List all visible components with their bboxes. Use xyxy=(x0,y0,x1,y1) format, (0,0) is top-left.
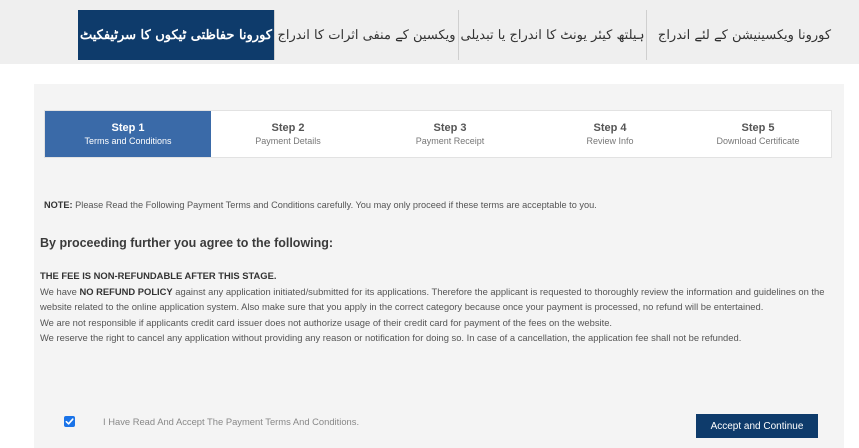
step-subtitle: Terms and Conditions xyxy=(84,136,172,146)
payment-terms-card: Step 1 Terms and Conditions Step 2 Payme… xyxy=(34,84,844,448)
credit-card-paragraph: We are not responsible if applicants cre… xyxy=(40,316,613,328)
tab-immunization-certificate[interactable]: کورونا حفاظتی ٹیکوں کا سرٹیفکیٹ xyxy=(78,10,274,60)
progress-stepper: Step 1 Terms and Conditions Step 2 Payme… xyxy=(44,110,832,158)
tab-vaccination-registration[interactable]: کورونا ویکسینیشن کے لئے اندراج xyxy=(646,10,842,60)
tab-healthcare-unit-registration[interactable]: ہیلتھ کیئر یونٹ کا اندراج یا تبدیلی xyxy=(458,10,646,60)
urdu-tab-list: کورونا ویکسینیشن کے لئے اندراج ہیلتھ کیئ… xyxy=(78,10,842,60)
step-title: Step 3 xyxy=(433,122,467,134)
step-payment-details[interactable]: Step 2 Payment Details xyxy=(211,111,365,157)
step-title: Step 1 xyxy=(111,122,145,134)
note-label: NOTE: xyxy=(44,200,73,210)
refund-policy-pre: We have xyxy=(40,285,80,297)
step-payment-receipt[interactable]: Step 3 Payment Receipt xyxy=(365,111,535,157)
step-title: Step 2 xyxy=(271,122,305,134)
terms-text: THE FEE IS NON-REFUNDABLE AFTER THIS STA… xyxy=(40,268,840,346)
non-refundable-heading: THE FEE IS NON-REFUNDABLE AFTER THIS STA… xyxy=(40,270,277,281)
agreement-heading: By proceeding further you agree to the f… xyxy=(40,236,334,250)
accept-terms-row: I Have Read And Accept The Payment Terms… xyxy=(64,416,359,427)
refund-policy-paragraph: We have NO REFUND POLICY against any app… xyxy=(40,284,840,315)
step-review-info[interactable]: Step 4 Review Info xyxy=(535,111,685,157)
refund-policy-bold: NO REFUND POLICY xyxy=(79,285,173,297)
step-terms-and-conditions[interactable]: Step 1 Terms and Conditions xyxy=(45,111,211,157)
step-download-certificate[interactable]: Step 5 Download Certificate xyxy=(685,111,831,157)
checkmark-icon xyxy=(65,418,74,425)
accept-and-continue-button[interactable]: Accept and Continue xyxy=(696,414,818,438)
step-title: Step 5 xyxy=(741,122,775,134)
step-subtitle: Review Info xyxy=(586,136,634,146)
accept-terms-checkbox[interactable] xyxy=(64,416,75,427)
payment-note: NOTE: Please Read the Following Payment … xyxy=(44,200,834,210)
step-subtitle: Payment Receipt xyxy=(415,136,485,146)
accept-terms-label[interactable]: I Have Read And Accept The Payment Terms… xyxy=(103,416,359,427)
note-text: Please Read the Following Payment Terms … xyxy=(72,200,597,210)
step-title: Step 4 xyxy=(593,122,627,134)
step-subtitle: Download Certificate xyxy=(716,136,800,146)
cancellation-paragraph: We reserve the right to cancel any appli… xyxy=(40,332,742,343)
step-subtitle: Payment Details xyxy=(255,136,321,146)
tab-adverse-effects-registration[interactable]: ویکسین کے منفی اثرات کا اندراج xyxy=(274,10,458,60)
top-nav-bar: کورونا ویکسینیشن کے لئے اندراج ہیلتھ کیئ… xyxy=(0,0,859,64)
